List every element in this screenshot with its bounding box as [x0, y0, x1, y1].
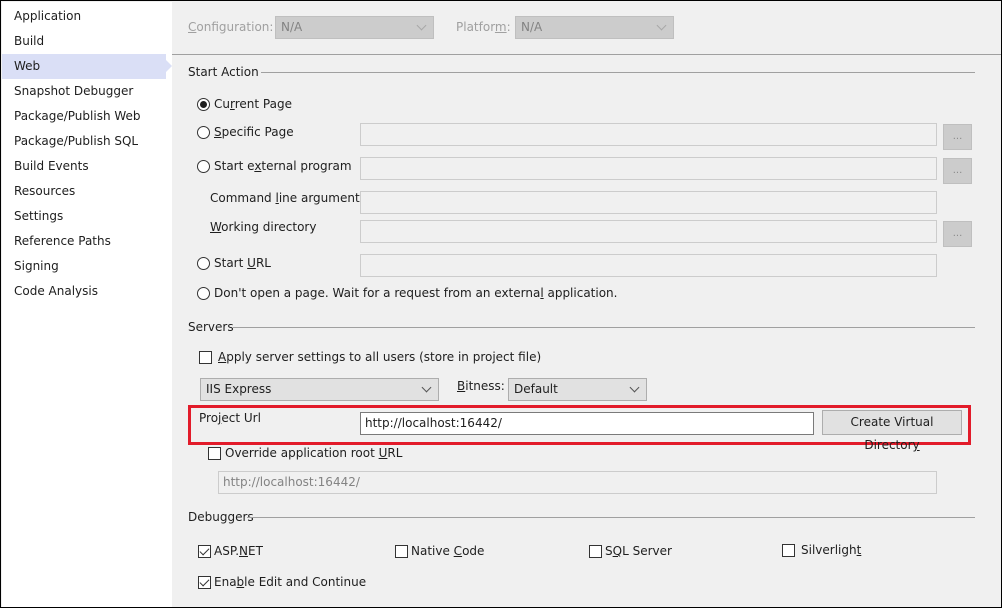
apply-all-users-checkbox[interactable] — [199, 351, 212, 364]
override-root-url-input[interactable]: http://localhost:16442/ — [218, 471, 937, 494]
aspnet-debugger-label[interactable]: ASP.NET — [214, 544, 263, 558]
create-virtual-directory-button[interactable]: Create Virtual Directory — [822, 410, 962, 452]
start-url-label[interactable]: Start URL — [214, 256, 271, 270]
sidebar-item-code-analysis[interactable]: Code Analysis — [2, 279, 166, 304]
start-action-divider — [261, 72, 975, 73]
native-code-debugger-label[interactable]: Native Code — [411, 544, 484, 558]
silverlight-debugger-checkbox[interactable] — [782, 544, 795, 557]
chevron-down-icon — [416, 20, 427, 31]
external-program-input[interactable] — [360, 157, 937, 180]
servers-title: Servers — [188, 320, 234, 334]
server-value: IIS Express — [206, 382, 272, 396]
command-line-label: Command line arguments — [210, 191, 366, 205]
sidebar-item-web[interactable]: Web — [2, 54, 172, 79]
chevron-down-icon — [421, 382, 432, 393]
sidebar-item-signing[interactable]: Signing — [2, 254, 166, 279]
edit-continue-checkbox[interactable] — [198, 576, 211, 589]
platform-value: N/A — [521, 20, 543, 34]
configuration-label: Configuration: — [188, 20, 274, 34]
configuration-value: N/A — [281, 20, 303, 34]
sidebar-item-resources[interactable]: Resources — [2, 179, 166, 204]
configuration-dropdown[interactable]: N/A — [275, 16, 434, 39]
start-action-title: Start Action — [188, 65, 259, 79]
command-line-input[interactable] — [360, 191, 937, 214]
platform-label: Platform: — [456, 20, 511, 34]
sidebar-item-package-publish-sql[interactable]: Package/Publish SQL — [2, 129, 166, 154]
override-root-url-label[interactable]: Override application root URL — [225, 446, 402, 460]
working-directory-input[interactable] — [360, 220, 937, 243]
working-directory-label: Working directory — [210, 220, 317, 234]
current-page-label[interactable]: Current Page — [214, 97, 292, 111]
servers-divider — [233, 327, 975, 328]
sidebar-item-build-events[interactable]: Build Events — [2, 154, 166, 179]
external-program-label[interactable]: Start external program — [214, 159, 352, 173]
override-root-url-checkbox[interactable] — [208, 447, 221, 460]
silverlight-debugger-label[interactable]: Silverlight — [801, 543, 861, 557]
sql-server-debugger-label[interactable]: SQL Server — [605, 544, 672, 558]
chevron-down-icon — [629, 382, 640, 393]
external-program-radio[interactable] — [197, 160, 210, 173]
sidebar: Application Build Web Snapshot Debugger … — [2, 2, 172, 607]
aspnet-debugger-checkbox[interactable] — [198, 545, 211, 558]
platform-dropdown[interactable]: N/A — [515, 16, 674, 39]
sidebar-item-settings[interactable]: Settings — [2, 204, 166, 229]
specific-page-input[interactable] — [360, 123, 937, 146]
start-url-radio[interactable] — [197, 257, 210, 270]
sql-server-debugger-checkbox[interactable] — [589, 545, 602, 558]
apply-all-users-label[interactable]: Apply server settings to all users (stor… — [218, 350, 541, 364]
sidebar-item-build[interactable]: Build — [2, 29, 166, 54]
project-url-label: Project Url — [199, 411, 261, 425]
bitness-value: Default — [514, 382, 558, 396]
project-url-input[interactable]: http://localhost:16442/ — [360, 412, 814, 435]
start-url-input[interactable] — [360, 254, 937, 277]
working-directory-browse-button[interactable]: ... — [943, 221, 972, 247]
specific-page-radio[interactable] — [197, 126, 210, 139]
dont-open-label[interactable]: Don't open a page. Wait for a request fr… — [214, 286, 617, 300]
sidebar-item-package-publish-web[interactable]: Package/Publish Web — [2, 104, 166, 129]
header-divider — [172, 54, 1001, 55]
debuggers-divider — [247, 517, 975, 518]
external-program-browse-button[interactable]: ... — [943, 158, 972, 184]
server-dropdown[interactable]: IIS Express — [200, 378, 439, 401]
edit-continue-label[interactable]: Enable Edit and Continue — [214, 575, 366, 589]
project-properties-window: Application Build Web Snapshot Debugger … — [0, 0, 1002, 608]
chevron-down-icon — [656, 20, 667, 31]
bitness-dropdown[interactable]: Default — [508, 378, 647, 401]
dont-open-radio[interactable] — [197, 287, 210, 300]
sidebar-item-reference-paths[interactable]: Reference Paths — [2, 229, 166, 254]
specific-page-browse-button[interactable]: ... — [943, 124, 972, 150]
bitness-label: Bitness: — [457, 379, 505, 393]
current-page-radio[interactable] — [197, 98, 210, 111]
sidebar-item-application[interactable]: Application — [2, 4, 166, 29]
debuggers-title: Debuggers — [188, 510, 254, 524]
specific-page-label[interactable]: Specific Page — [214, 125, 294, 139]
web-settings-panel: Configuration: N/A Platform: N/A Start A… — [172, 2, 1001, 607]
native-code-debugger-checkbox[interactable] — [395, 545, 408, 558]
sidebar-item-snapshot-debugger[interactable]: Snapshot Debugger — [2, 79, 166, 104]
